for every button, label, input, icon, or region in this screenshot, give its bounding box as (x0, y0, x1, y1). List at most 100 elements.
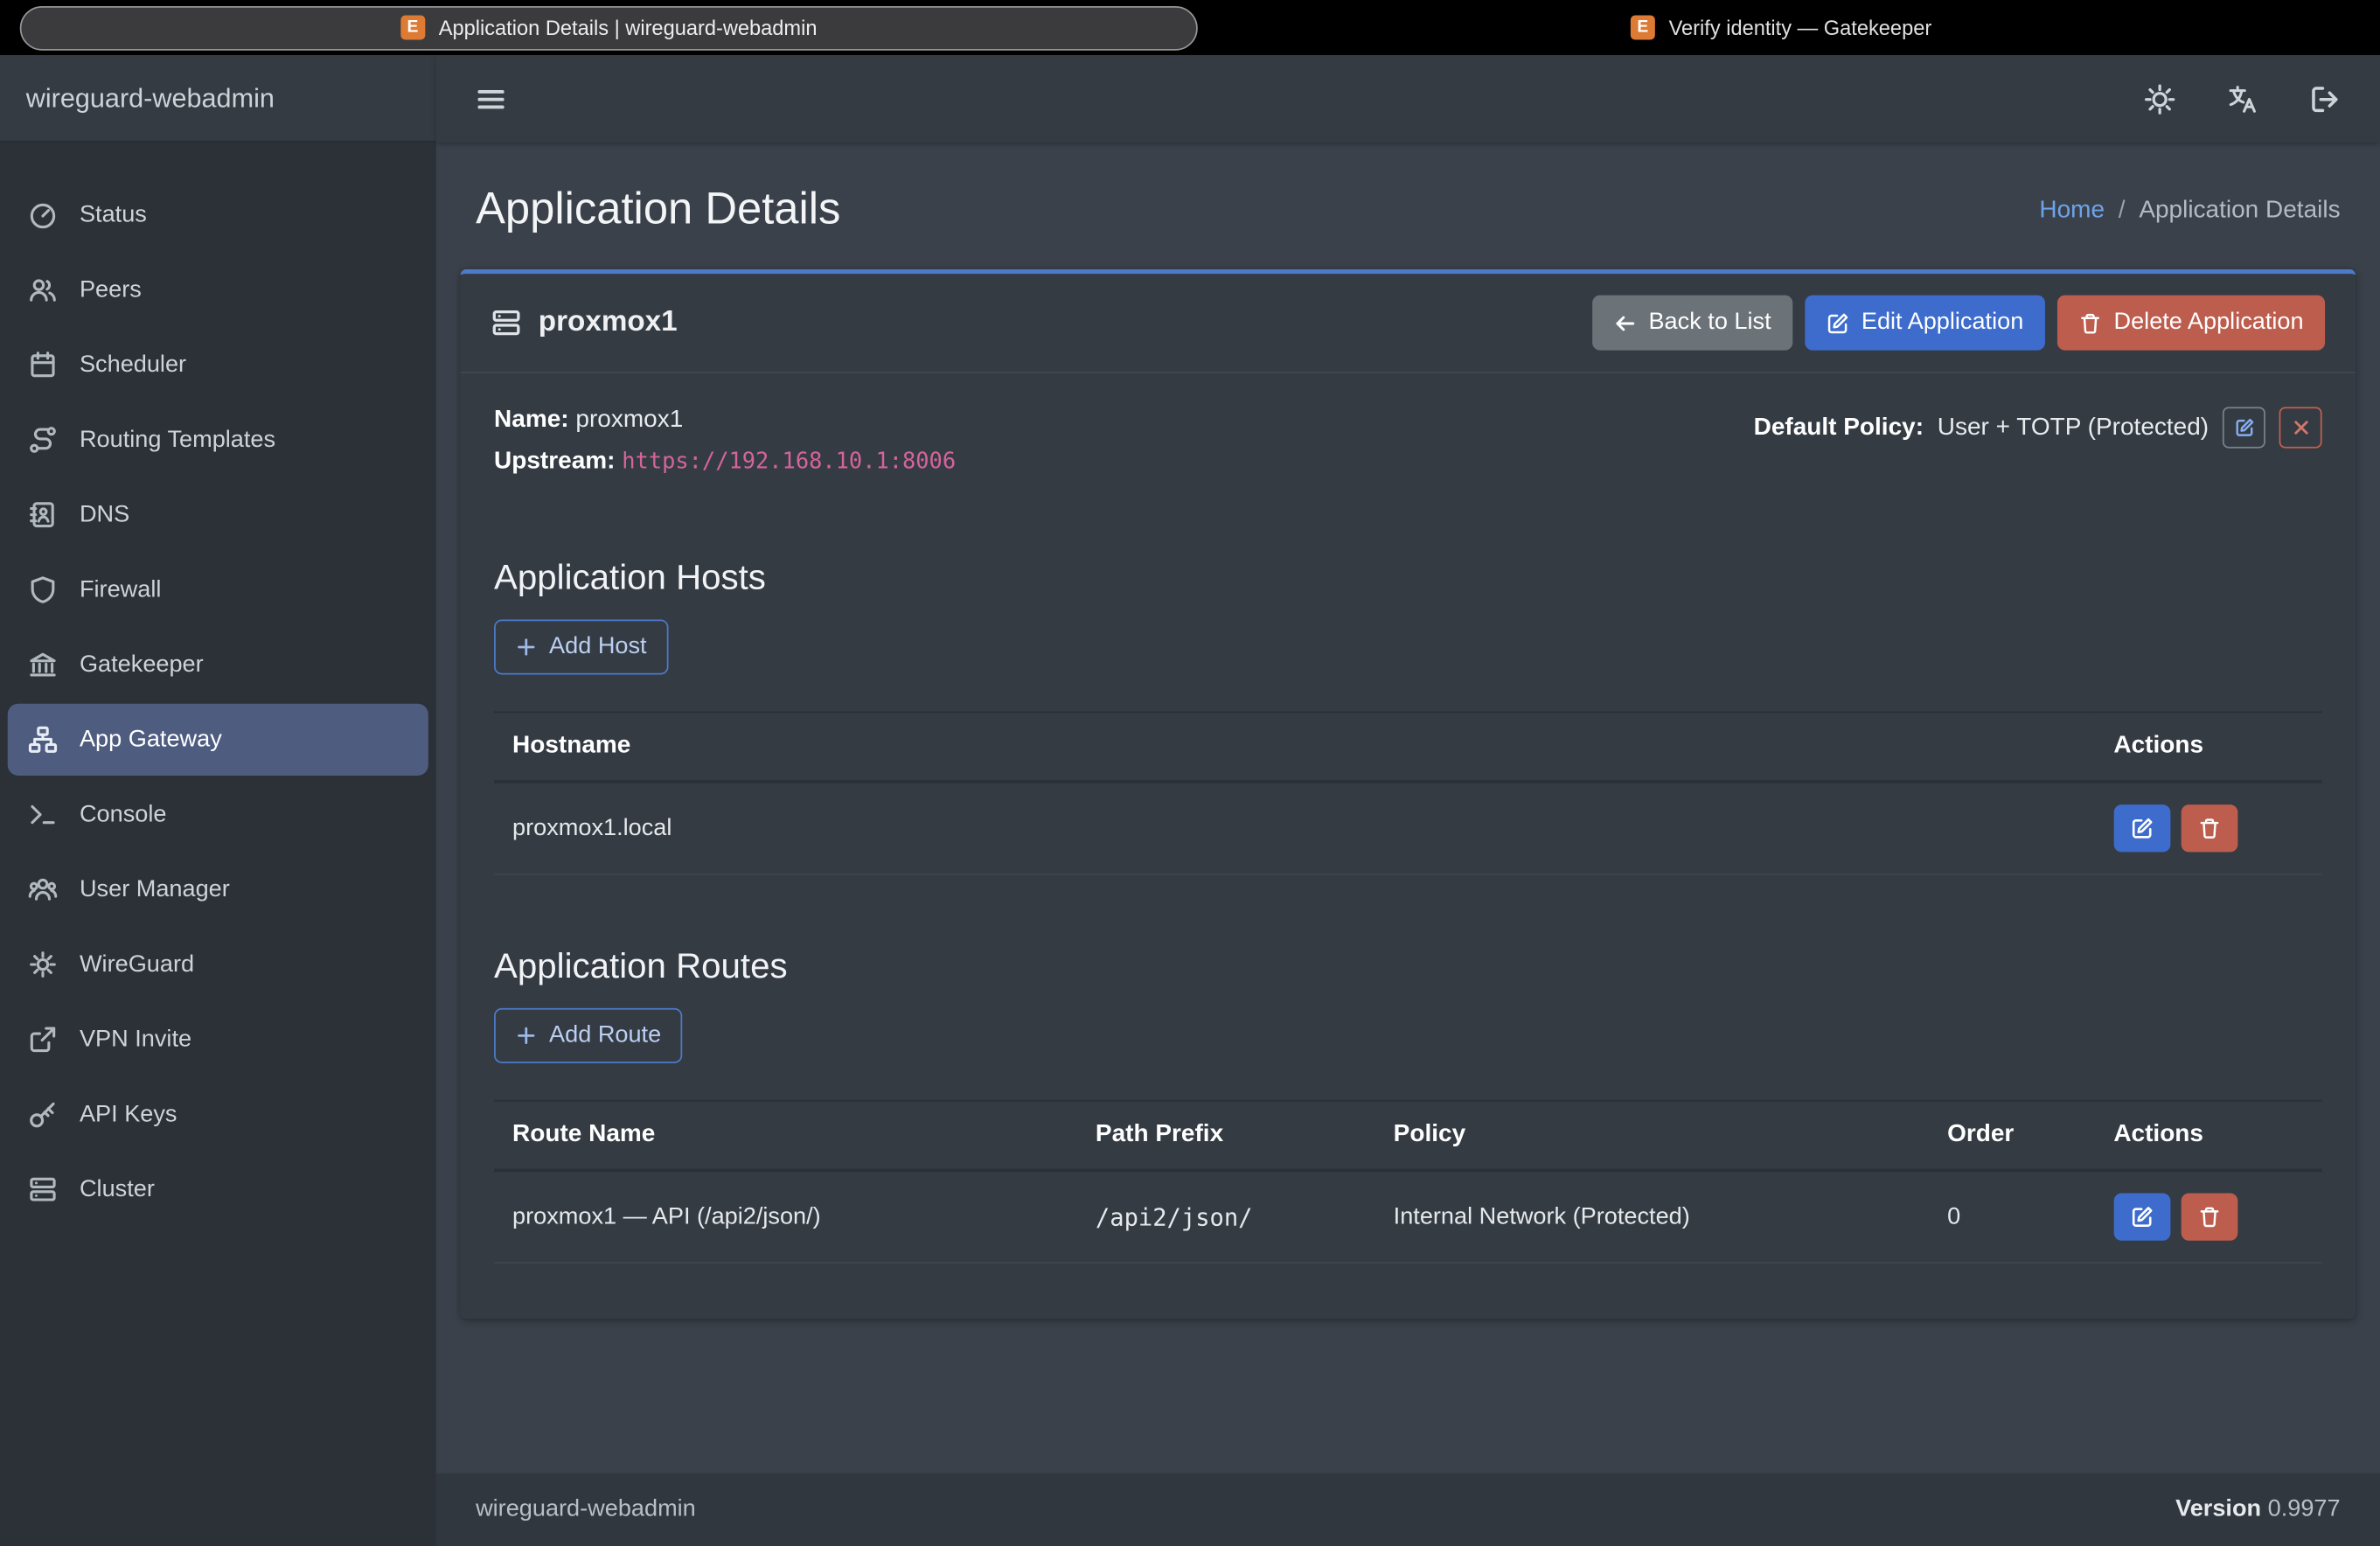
name-label: Name: (494, 407, 569, 433)
hosts-col-actions: Actions (2095, 712, 2321, 782)
top-navbar (436, 55, 2380, 143)
sidebar-item-label: Firewall (80, 576, 161, 603)
sidebar-item-label: User Manager (80, 876, 230, 903)
trash-icon (2078, 311, 2101, 334)
cogs-icon (26, 950, 59, 978)
application-info: Name: proxmox1 Upstream: https://192.168… (494, 407, 956, 489)
sidebar-item-peers[interactable]: Peers (8, 254, 428, 325)
shield-icon (26, 575, 59, 604)
sidebar-item-label: Console (80, 801, 166, 828)
add-host-button[interactable]: Add Host (494, 620, 668, 675)
sidebar-item-console[interactable]: Console (8, 778, 428, 850)
routes-table: Route Name Path Prefix Policy Order Acti… (494, 1100, 2322, 1264)
sidebar-item-label: Cluster (80, 1175, 155, 1202)
background-tab-title: Verify identity — Gatekeeper (1669, 16, 1932, 38)
clear-policy-button[interactable] (2279, 407, 2322, 448)
pencil-square-icon (2131, 1206, 2154, 1229)
delete-route-button[interactable] (2181, 1194, 2237, 1241)
edit-application-button[interactable]: Edit Application (1805, 296, 2045, 351)
sidebar-item-label: Gatekeeper (80, 651, 204, 678)
gauge-icon (26, 200, 59, 229)
sidebar-item-user-manager[interactable]: User Manager (8, 853, 428, 925)
default-policy-label: Default Policy: (1754, 414, 1924, 441)
delete-application-button[interactable]: Delete Application (2057, 296, 2325, 351)
sidebar-item-vpn-invite[interactable]: VPN Invite (8, 1004, 428, 1076)
route-name: proxmox1 — API (/api2/json/) (494, 1170, 1077, 1263)
sidebar-item-label: API Keys (80, 1101, 177, 1128)
sidebar-item-firewall[interactable]: Firewall (8, 554, 428, 625)
favicon-icon: E (400, 15, 425, 39)
routes-col-prefix: Path Prefix (1077, 1101, 1375, 1171)
default-policy-value: User + TOTP (Protected) (1938, 414, 2209, 441)
main-area: Application Details Home / Application D… (436, 55, 2380, 1546)
screen: E Application Details | wireguard-webadm… (0, 0, 2380, 1546)
footer-version-value: 0.9977 (2268, 1496, 2341, 1522)
sidebar-item-gatekeeper[interactable]: Gatekeeper (8, 629, 428, 700)
edit-application-label: Edit Application (1862, 309, 2023, 336)
back-to-list-button[interactable]: Back to List (1592, 296, 1792, 351)
user-group-icon (26, 875, 59, 904)
key-icon (26, 1100, 59, 1129)
breadcrumb-home-link[interactable]: Home (2039, 197, 2105, 224)
arrow-left-icon (1613, 311, 1636, 334)
breadcrumb-separator: / (2119, 197, 2126, 224)
theme-toggle-button[interactable] (2145, 83, 2175, 114)
x-icon (2291, 418, 2311, 438)
language-button[interactable] (2227, 83, 2258, 114)
edit-policy-button[interactable] (2223, 407, 2265, 448)
sidebar-item-scheduler[interactable]: Scheduler (8, 329, 428, 400)
pencil-square-icon (2131, 817, 2154, 839)
footer-version-label: Version (2175, 1496, 2261, 1522)
delete-host-button[interactable] (2181, 804, 2237, 852)
routes-col-actions: Actions (2095, 1101, 2321, 1171)
sidebar-nav: Status Peers Scheduler Routing Templates (0, 143, 436, 1263)
sidebar-item-label: App Gateway (80, 726, 222, 753)
routes-col-order: Order (1929, 1101, 2095, 1171)
sidebar-item-wireguard[interactable]: WireGuard (8, 929, 428, 1000)
sun-icon (2145, 83, 2175, 114)
card-title: proxmox1 (491, 306, 678, 339)
pencil-square-icon (2234, 418, 2254, 438)
users-icon (26, 275, 59, 304)
edit-host-button[interactable] (2113, 804, 2170, 852)
trash-icon (2198, 1206, 2221, 1229)
routes-col-policy: Policy (1375, 1101, 1929, 1171)
sidebar-item-label: VPN Invite (80, 1026, 191, 1053)
delete-application-label: Delete Application (2114, 309, 2304, 336)
sidebar-item-status[interactable]: Status (8, 179, 428, 251)
route-prefix: /api2/json/ (1077, 1170, 1375, 1263)
edit-route-button[interactable] (2113, 1194, 2170, 1241)
back-to-list-label: Back to List (1648, 309, 1771, 336)
sidebar-item-label: WireGuard (80, 951, 194, 978)
sidebar-item-cluster[interactable]: Cluster (8, 1153, 428, 1225)
translate-icon (2227, 83, 2258, 114)
browser-tab-background[interactable]: E Verify identity — Gatekeeper (1631, 0, 1931, 55)
sidebar-item-label: Scheduler (80, 351, 186, 378)
application-details-card: proxmox1 Back to List Edit Application (461, 269, 2356, 1319)
sidebar-item-routing-templates[interactable]: Routing Templates (8, 404, 428, 476)
breadcrumb-current: Application Details (2139, 197, 2340, 224)
host-row: proxmox1.local (494, 782, 2322, 874)
name-value: proxmox1 (575, 407, 683, 433)
sidebar-toggle-button[interactable] (476, 83, 506, 114)
hosts-table: Hostname Actions proxmox1.local (494, 711, 2322, 874)
add-host-label: Add Host (549, 633, 647, 660)
browser-tab-active[interactable]: E Application Details | wireguard-webadm… (20, 5, 1198, 50)
sidebar-item-dns[interactable]: DNS (8, 479, 428, 551)
route-row: proxmox1 — API (/api2/json/) /api2/json/… (494, 1170, 2322, 1263)
sidebar-item-api-keys[interactable]: API Keys (8, 1078, 428, 1150)
page-title: Application Details (476, 185, 840, 236)
host-hostname: proxmox1.local (494, 782, 2095, 874)
sidebar-item-app-gateway[interactable]: App Gateway (8, 704, 428, 776)
breadcrumb: Home / Application Details (2039, 197, 2340, 224)
routes-col-name: Route Name (494, 1101, 1077, 1171)
server-icon (26, 1175, 59, 1204)
brand: wireguard-webadmin (0, 55, 436, 143)
sidebar-item-label: Routing Templates (80, 426, 275, 453)
footer-brand: wireguard-webadmin (476, 1496, 696, 1523)
add-route-button[interactable]: Add Route (494, 1008, 683, 1063)
logout-button[interactable] (2310, 83, 2341, 114)
address-book-icon (26, 500, 59, 529)
server-icon (491, 308, 522, 338)
upstream-value: https://192.168.10.1:8006 (622, 449, 956, 474)
